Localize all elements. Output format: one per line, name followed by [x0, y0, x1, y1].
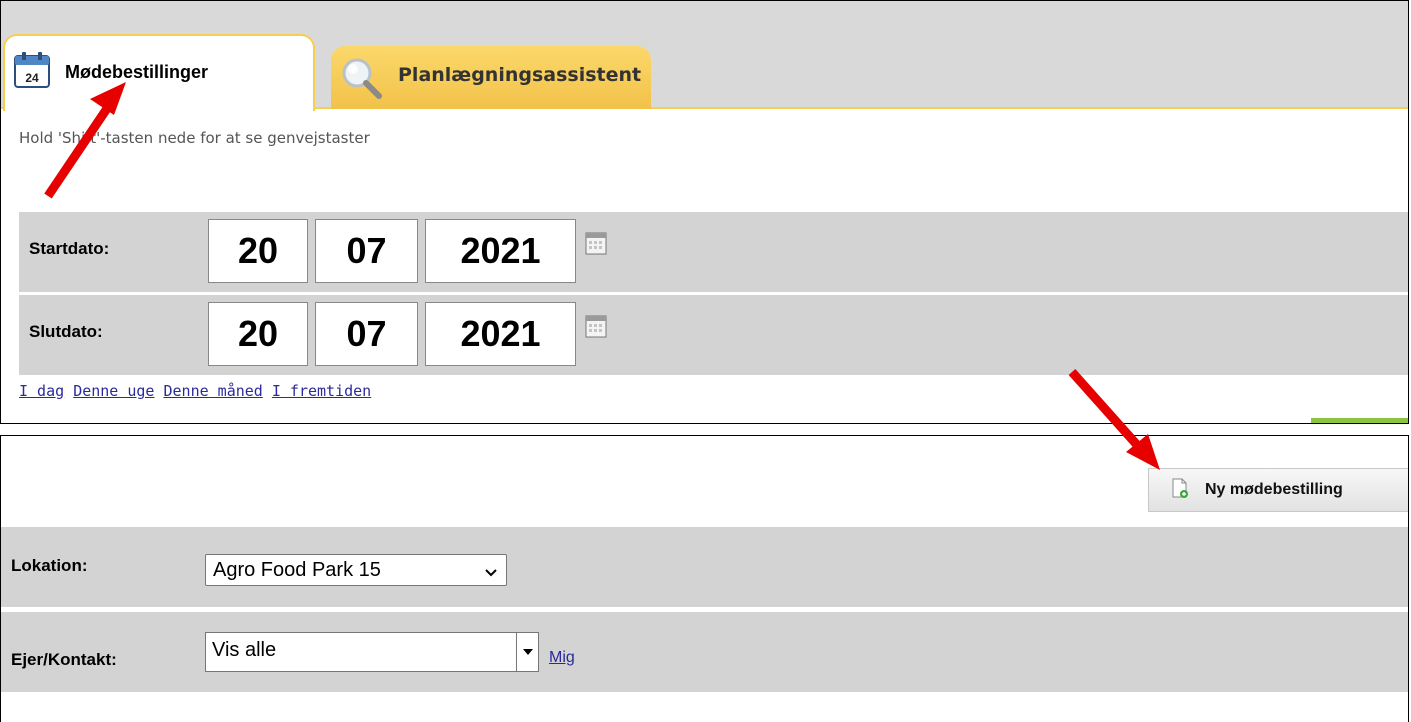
tab-label: Mødebestillinger — [65, 62, 209, 82]
accent-bar — [1311, 418, 1408, 423]
location-row: Lokation: Agro Food Park 15 — [1, 527, 1408, 607]
link-denne-uge[interactable]: Denne uge — [73, 382, 154, 400]
filter-panel: Ny mødebestilling Lokation: Agro Food Pa… — [0, 435, 1409, 722]
owner-dropdown-button[interactable] — [517, 632, 539, 672]
owner-label: Ejer/Kontakt: — [11, 650, 117, 669]
start-day-input[interactable]: 20 — [208, 219, 308, 283]
chevron-down-icon — [484, 563, 498, 586]
caret-down-icon — [523, 649, 533, 655]
tab-moedebestillinger[interactable]: 24 Mødebestillinger — [3, 34, 315, 111]
end-date-label: Slutdato: — [29, 322, 103, 341]
quick-date-links: I dag Denne uge Denne måned I fremtiden — [19, 382, 371, 400]
calendar-icon: 24 — [13, 51, 53, 96]
calendar-picker-icon[interactable] — [585, 313, 607, 344]
link-denne-maaned[interactable]: Denne måned — [164, 382, 263, 400]
start-year-input[interactable]: 2021 — [425, 219, 576, 283]
location-select[interactable]: Agro Food Park 15 — [205, 554, 507, 586]
link-mig[interactable]: Mig — [549, 649, 575, 667]
link-i-dag[interactable]: I dag — [19, 382, 64, 400]
new-document-icon — [1171, 478, 1189, 503]
end-year-input[interactable]: 2021 — [425, 302, 576, 366]
location-selected-value: Agro Food Park 15 — [213, 558, 381, 581]
calendar-picker-icon[interactable] — [585, 230, 607, 261]
booking-panel: 24 Mødebestillinger Planlægningsassisten… — [0, 0, 1409, 424]
end-date-row: Slutdato: 20 07 2021 — [19, 295, 1408, 375]
tab-label: Planlægningsassistent — [398, 64, 642, 86]
owner-input[interactable]: Vis alle — [205, 632, 517, 672]
location-label: Lokation: — [11, 556, 88, 575]
owner-row: Ejer/Kontakt: Vis alle Mig — [1, 612, 1408, 692]
link-i-fremtiden[interactable]: I fremtiden — [272, 382, 371, 400]
end-month-input[interactable]: 07 — [315, 302, 418, 366]
end-day-input[interactable]: 20 — [208, 302, 308, 366]
magnifier-icon — [337, 54, 385, 107]
svg-text:24: 24 — [25, 71, 39, 85]
start-month-input[interactable]: 07 — [315, 219, 418, 283]
tab-bar: 24 Mødebestillinger Planlægningsassisten… — [1, 1, 1408, 111]
new-booking-button[interactable]: Ny mødebestilling — [1148, 468, 1408, 512]
start-date-row: Startdato: 20 07 2021 — [19, 212, 1408, 292]
shortcut-hint: Hold 'Shift'-tasten nede for at se genve… — [19, 129, 370, 147]
tab-planlaegningsassistent[interactable]: Planlægningsassistent — [331, 46, 651, 109]
start-date-label: Startdato: — [29, 239, 110, 258]
new-booking-label: Ny mødebestilling — [1205, 481, 1343, 498]
